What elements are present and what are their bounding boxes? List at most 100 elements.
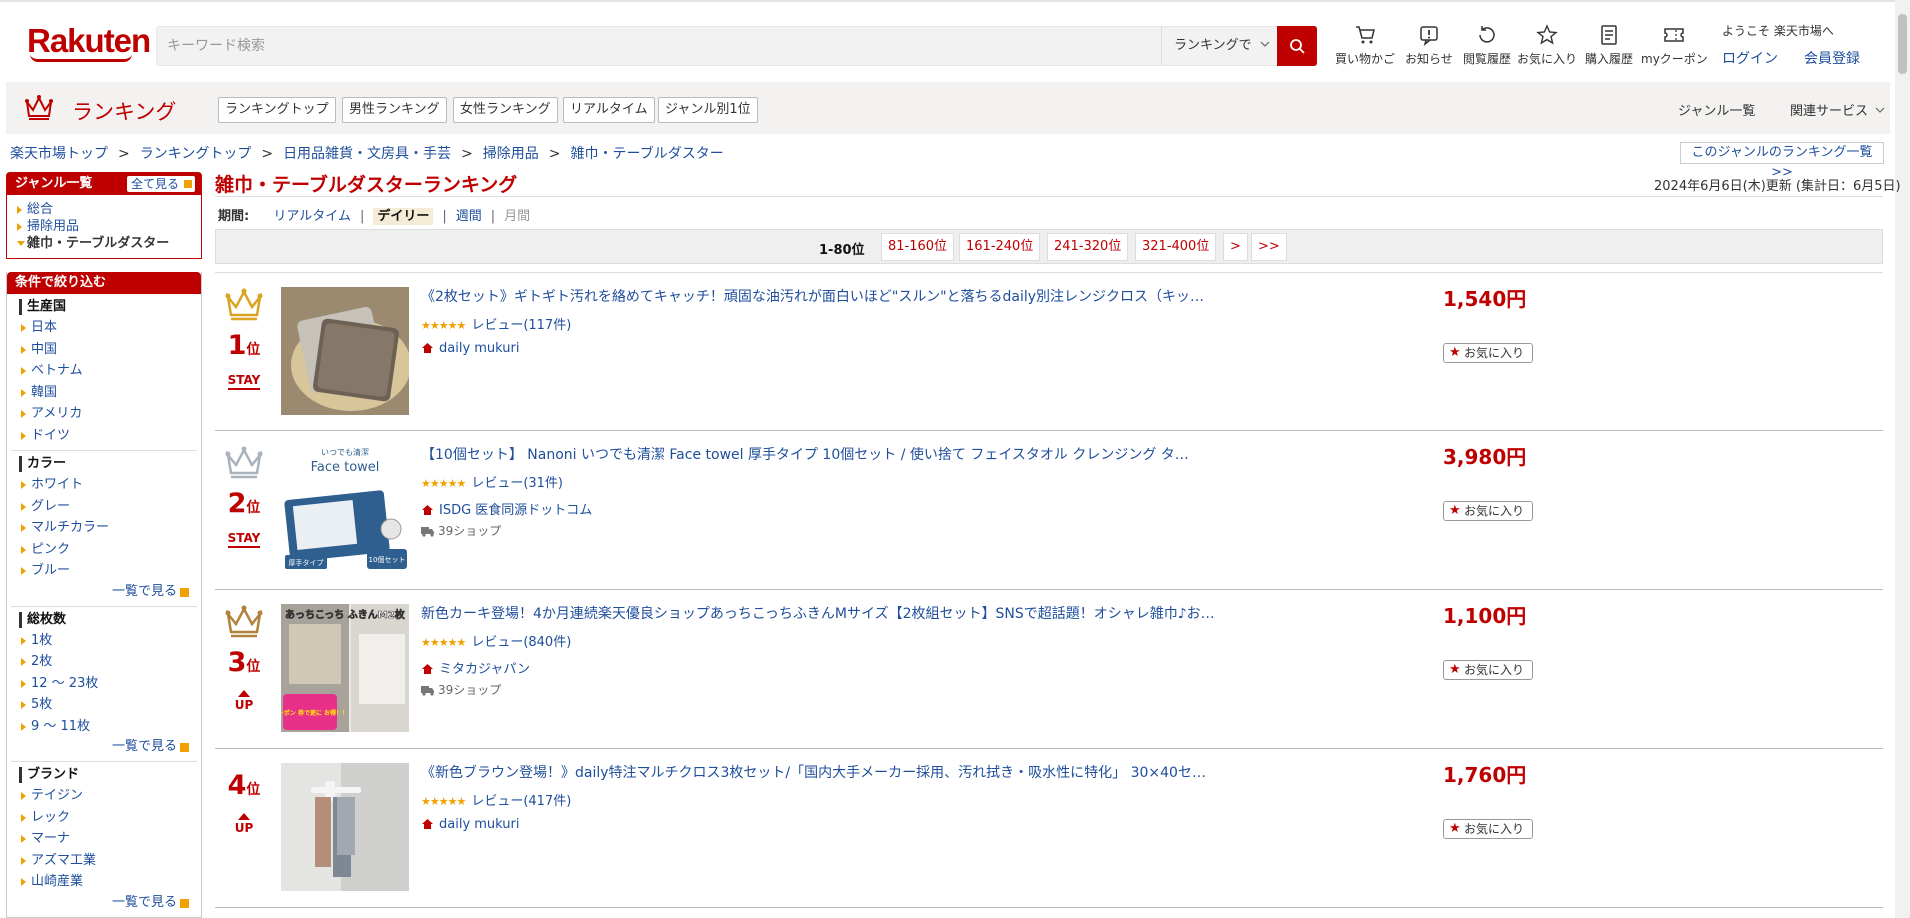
filter-option[interactable]: 山崎産業 [19,871,189,893]
rank-suffix: 位 [246,342,261,358]
scrollbar-thumb[interactable] [1898,14,1907,74]
search-input[interactable] [167,27,1167,65]
genre-list-link[interactable]: ジャンル一覧 [1678,100,1755,119]
coupon-link[interactable]: myクーポン [1641,24,1708,67]
shop-link[interactable]: daily mukuri [421,817,520,832]
genre-ranking-list-link[interactable]: このジャンルのランキング一覧 >> [1680,142,1884,180]
filter-option[interactable]: 日本 [19,317,189,339]
filter-option[interactable]: 韓国 [19,382,189,404]
genre-item[interactable]: 掃除用品 [15,218,193,235]
review-link[interactable]: ★★★★★ レビュー(117件) [421,314,571,333]
period-realtime[interactable]: リアルタイム [273,209,351,224]
product-image-graphic: いつでも清潔 Face towel 厚手タイプ 10個セット [281,445,409,573]
signup-link[interactable]: 会員登録 [1804,48,1860,68]
filter-option[interactable]: マーナ [19,828,189,850]
chevron-down-icon [1260,41,1270,47]
breadcrumb-item[interactable]: 日用品雑貨・文房具・手芸 [283,146,451,162]
rating-stars: ★★★★★ [421,319,466,332]
filter-option[interactable]: アメリカ [19,403,189,425]
shop-link[interactable]: ミタカジャパン [421,658,530,677]
breadcrumb-item[interactable]: 掃除用品 [483,146,539,162]
filter-option[interactable]: 12 ～ 23枚 [19,673,189,695]
breadcrumb-item[interactable]: ランキングトップ [140,146,252,162]
favorite-button[interactable]: お気に入り [1443,660,1533,680]
filter-option[interactable]: マルチカラー [19,517,189,539]
product-name-link[interactable]: 【10個セット】 Nanoni いつでも清潔 Face towel 厚手タイプ … [421,444,1241,464]
pager-link[interactable]: 321-400位 [1135,233,1217,261]
pager-next[interactable]: > [1223,233,1248,261]
filter-option[interactable]: 2枚 [19,651,189,673]
product-name-link[interactable]: 《新色ブラウン登場！》daily特注マルチクロス3枚セット/「国内大手メーカー採… [421,762,1241,782]
related-services-menu[interactable]: 関連サービス [1790,100,1885,119]
pager-last[interactable]: >> [1251,233,1287,261]
tab-men-ranking[interactable]: 男性ランキング [342,97,447,123]
filter-option[interactable]: 中国 [19,339,189,361]
review-link[interactable]: ★★★★★ レビュー(417件) [421,790,571,809]
review-link[interactable]: ★★★★★ レビュー(840件) [421,631,571,650]
show-more-link[interactable]: 一覧で見る [19,893,189,913]
ranking-title[interactable]: ランキング [72,96,176,126]
show-more-link[interactable]: 一覧で見る [19,582,189,602]
genre-item[interactable]: 総合 [15,201,193,218]
related-services-label: 関連サービス [1790,104,1869,119]
filter-option[interactable]: 5枚 [19,694,189,716]
product-name-link[interactable]: 新色カーキ登場！4か月連続楽天優良ショップあっちこっちふきんMサイズ【2枚組セッ… [421,603,1241,623]
see-all-button[interactable]: 全て見る [126,176,195,192]
filter-option[interactable]: ベトナム [19,360,189,382]
tab-genre-first[interactable]: ジャンル別1位 [658,97,758,123]
favorite-button[interactable]: お気に入り [1443,343,1533,363]
favorite-button[interactable]: お気に入り [1443,819,1533,839]
favorite-link[interactable]: お気に入り [1517,24,1577,67]
tab-ranking-top[interactable]: ランキングトップ [218,97,336,123]
filter-option[interactable]: レック [19,807,189,829]
tab-realtime[interactable]: リアルタイム [563,97,655,123]
shop-link[interactable]: daily mukuri [421,341,520,356]
history-link[interactable]: 閲覧履歴 [1463,24,1511,67]
product-image[interactable]: あっちこっち ふきんM2枚 クーポン 券で更に お得！！ [281,604,409,732]
rank-column: 4位 UP [215,763,273,836]
search-scope-select[interactable]: ランキングで [1161,27,1277,65]
filter-option[interactable]: グレー [19,496,189,518]
notice-link[interactable]: お知らせ [1405,24,1453,67]
period-weekly[interactable]: 週間 [456,209,482,224]
filter-option[interactable]: ブルー [19,560,189,582]
shop-link[interactable]: ISDG 医食同源ドットコム [421,499,592,518]
show-more-link[interactable]: 一覧で見る [19,737,189,757]
filter-option[interactable]: 1枚 [19,630,189,652]
logo-swoosh [30,54,132,62]
tab-women-ranking[interactable]: 女性ランキング [453,97,558,123]
search-button[interactable] [1277,26,1317,66]
product-image[interactable] [281,763,409,891]
filter-section-brand: ブランド テイジン レック マーナ アズマ工業 山崎産業 一覧で見る [11,762,197,917]
thumb-badge-text: 厚手タイプ [289,558,324,567]
pager-link[interactable]: 241-320位 [1047,233,1129,261]
purchase-history-icon [1601,25,1617,45]
cart-link[interactable]: 買い物かご [1335,24,1395,67]
thumb-top-text: いつでも清潔 [321,447,369,457]
filter-option[interactable]: ドイツ [19,425,189,447]
star-icon [1536,24,1558,45]
other-shops-link[interactable]: 39ショップ [421,681,501,698]
favorite-button[interactable]: お気に入り [1443,501,1533,521]
review-link[interactable]: ★★★★★ レビュー(31件) [421,472,563,491]
breadcrumb-item[interactable]: 楽天市場トップ [10,146,108,162]
filter-option[interactable]: 9 ～ 11枚 [19,716,189,738]
breadcrumb-item[interactable]: 雑巾・テーブルダスター [571,146,724,162]
pager-link[interactable]: 161-240位 [959,233,1041,261]
filter-option[interactable]: ホワイト [19,474,189,496]
product-image[interactable] [281,287,409,415]
pager-link[interactable]: 81-160位 [881,233,955,261]
rank-number: 1位 [215,331,273,365]
purchase-history-link[interactable]: 購入履歴 [1585,24,1633,67]
filter-option[interactable]: アズマ工業 [19,850,189,872]
other-shops-link[interactable]: 39ショップ [421,522,501,539]
scrollbar[interactable] [1895,0,1910,918]
filter-option[interactable]: ピンク [19,539,189,561]
filter-option[interactable]: テイジン [19,785,189,807]
product-image[interactable]: いつでも清潔 Face towel 厚手タイプ 10個セット [281,445,409,573]
ranking-list: 1位 STAY 《2枚セット》ギトギト汚れを絡めてキャッチ！頑固な油汚れが面白い… [215,272,1883,908]
product-name-link[interactable]: 《2枚セット》ギトギト汚れを絡めてキャッチ！頑固な油汚れが面白いほど"スルン"と… [421,286,1241,306]
login-link[interactable]: ログイン [1722,48,1778,68]
gold-crown-icon [225,288,263,321]
truck-icon [421,686,434,696]
